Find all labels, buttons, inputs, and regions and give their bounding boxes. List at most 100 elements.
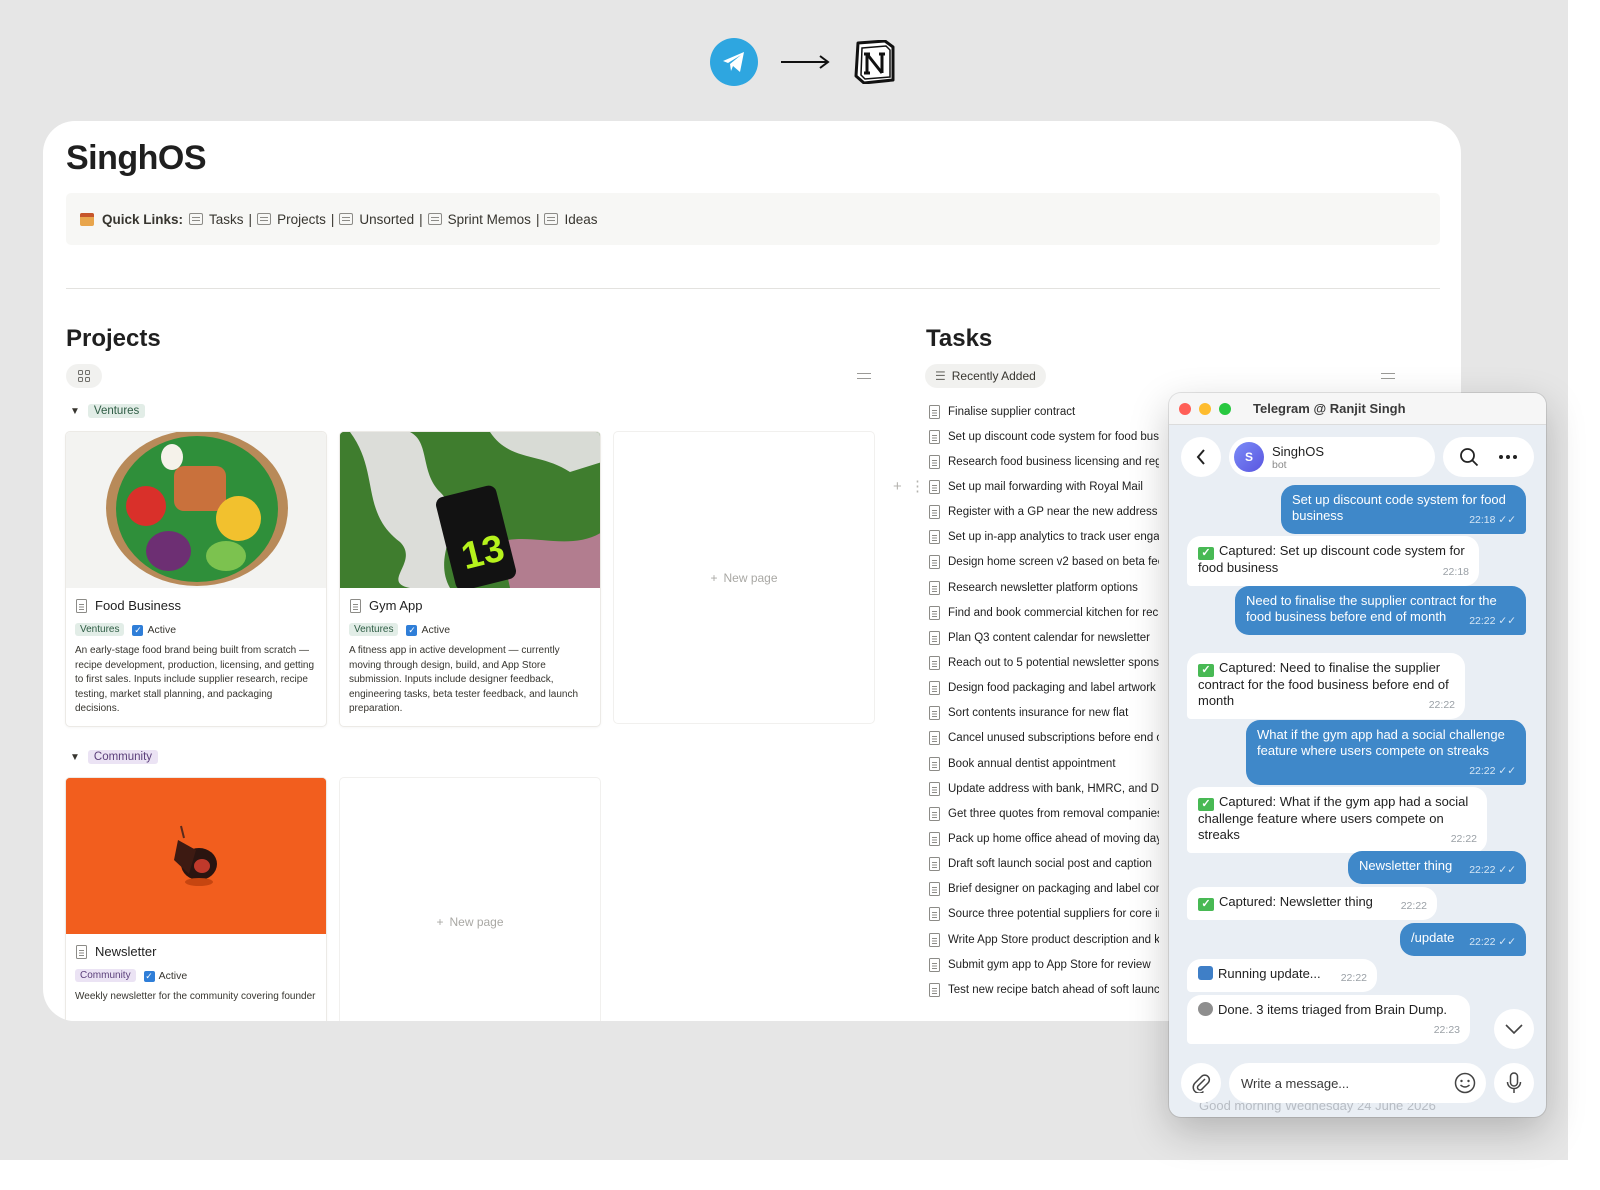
view-settings-icon[interactable] — [857, 371, 871, 381]
task-row[interactable]: Brief designer on packaging and label co… — [929, 877, 1159, 902]
quick-link-projects[interactable]: Projects — [257, 212, 326, 227]
task-row[interactable]: Submit gym app to App Store for review — [929, 952, 1159, 977]
new-page-button[interactable]: + New page — [339, 777, 601, 1021]
card-description: Weekly newsletter for the community cove… — [75, 991, 316, 1002]
card-cover-image — [66, 432, 326, 588]
back-button[interactable] — [1181, 437, 1221, 477]
task-row[interactable]: Sort contents insurance for new flat — [929, 701, 1159, 726]
page-icon — [929, 454, 940, 469]
double-check-icon: ✓✓ — [1498, 615, 1516, 627]
check-mark-icon: ✓ — [1198, 664, 1214, 677]
new-page-button[interactable]: + New page — [613, 431, 875, 724]
database-icon — [427, 213, 442, 225]
window-title: Telegram @ Ranjit Singh — [1253, 401, 1406, 416]
quick-links-callout: Quick Links: Tasks | Projects | Unsorted | … — [66, 193, 1440, 245]
task-row[interactable]: Source three potential suppliers for cor… — [929, 902, 1159, 927]
task-row[interactable]: Reach out to 5 potential newsletter spon… — [929, 650, 1159, 675]
task-row[interactable]: Research food business licensing and reg… — [929, 449, 1159, 474]
check-mark-icon: ✓ — [1198, 898, 1214, 911]
group-ventures-header[interactable]: ▼ Ventures — [70, 404, 146, 418]
message-incoming[interactable]: ✓ Captured: Set up discount code system f… — [1187, 536, 1479, 586]
task-row[interactable]: Pack up home office ahead of moving day — [929, 826, 1159, 851]
status-property: ✓ Active — [132, 623, 177, 636]
toggle-triangle-icon: ▼ — [70, 405, 80, 417]
search-icon[interactable] — [1459, 447, 1479, 467]
more-icon[interactable] — [1498, 454, 1518, 460]
quick-link-tasks[interactable]: Tasks — [189, 212, 244, 227]
view-tab-recently-added[interactable]: ☰ Recently Added — [925, 364, 1046, 388]
page-icon — [76, 598, 87, 613]
project-card-newsletter[interactable]: Newsletter Community ✓ Active Weekly news… — [65, 777, 327, 1021]
maximize-window-button[interactable] — [1219, 402, 1231, 415]
quick-link-unsorted[interactable]: Unsorted — [339, 212, 414, 227]
message-incoming[interactable]: Done. 3 items triaged from Brain Dump. 22… — [1187, 995, 1470, 1044]
task-row[interactable]: Find and book commercial kitchen for rec… — [929, 600, 1159, 625]
message-outgoing[interactable]: Set up discount code system for food bus… — [1281, 485, 1526, 534]
message-outgoing[interactable]: Need to finalise the supplier contract f… — [1235, 586, 1526, 635]
message-outgoing[interactable]: What if the gym app had a social challen… — [1246, 720, 1526, 785]
scroll-to-bottom-button[interactable] — [1494, 1009, 1534, 1049]
back-arrow-icon — [1196, 449, 1205, 465]
message-incoming[interactable]: ✓ Captured: What if the gym app had a soc… — [1187, 787, 1487, 853]
task-row[interactable]: Design home screen v2 based on beta feed… — [929, 550, 1159, 575]
list-icon: ☰ — [935, 369, 946, 383]
task-row[interactable]: Update address with bank, HMRC, and DVLA — [929, 776, 1159, 801]
toggle-triangle-icon: ▼ — [70, 751, 80, 763]
view-settings-icon[interactable] — [1381, 371, 1395, 381]
task-row[interactable]: Plan Q3 content calendar for newsletter — [929, 625, 1159, 650]
message-outgoing[interactable]: /update 22:22 ✓✓ — [1400, 923, 1526, 956]
emoji-icon[interactable] — [1454, 1072, 1476, 1094]
minimize-window-button[interactable] — [1199, 402, 1211, 415]
message-incoming[interactable]: ✓ Captured: Newsletter thing 22:22 — [1187, 887, 1437, 920]
task-row[interactable]: Get three quotes from removal companies — [929, 801, 1159, 826]
project-card-gym-app[interactable]: 13 Gym App Ventures ✓ Active A fitness ap… — [339, 431, 601, 727]
group-community-header[interactable]: ▼ Community — [70, 750, 159, 764]
avatar: S — [1234, 442, 1264, 472]
integration-hero — [710, 38, 896, 86]
quick-link-sprint-memos[interactable]: Sprint Memos — [427, 212, 531, 227]
block-handle[interactable]: + ⋮ — [893, 477, 925, 495]
task-row[interactable]: Write App Store product description and … — [929, 927, 1159, 952]
task-row[interactable]: Set up mail forwarding with Royal Mail — [929, 474, 1159, 499]
page-icon — [929, 429, 940, 444]
task-row[interactable]: Register with a GP near the new address — [929, 500, 1159, 525]
double-check-icon: ✓✓ — [1498, 514, 1516, 526]
message-incoming[interactable]: ✓ Captured: Need to finalise the supplier… — [1187, 653, 1465, 719]
page-icon — [929, 857, 940, 872]
task-row[interactable]: Book annual dentist appointment — [929, 751, 1159, 776]
task-row[interactable]: Cancel unused subscriptions before end o… — [929, 726, 1159, 751]
task-row[interactable]: Set up discount code system for food bus… — [929, 424, 1159, 449]
task-row[interactable]: Research newsletter platform options — [929, 575, 1159, 600]
tasks-heading: Tasks — [926, 325, 993, 352]
page-icon — [929, 706, 940, 721]
message-incoming[interactable]: Running update... 22:22 — [1187, 959, 1377, 992]
card-properties: Ventures ✓ Active — [75, 623, 326, 636]
chevron-down-icon — [1505, 1024, 1523, 1034]
close-window-button[interactable] — [1179, 402, 1191, 415]
task-row[interactable]: Finalise supplier contract — [929, 399, 1159, 424]
attach-icon — [1192, 1074, 1211, 1093]
voice-message-button[interactable] — [1494, 1063, 1534, 1103]
message-input-field[interactable] — [1229, 1063, 1486, 1103]
task-row[interactable]: Draft soft launch social post and captio… — [929, 852, 1159, 877]
page-icon — [929, 655, 940, 670]
page-icon — [929, 479, 940, 494]
task-row[interactable]: Test new recipe batch ahead of soft laun… — [929, 977, 1159, 1002]
card-cover-image — [66, 778, 326, 934]
quick-link-ideas[interactable]: Ideas — [544, 212, 597, 227]
page-icon — [929, 555, 940, 570]
task-row[interactable]: Set up in-app analytics to track user en… — [929, 525, 1159, 550]
message-input[interactable] — [1241, 1075, 1431, 1091]
page-icon — [929, 957, 940, 972]
double-check-icon: ✓✓ — [1498, 864, 1516, 876]
task-row[interactable]: Design food packaging and label artwork — [929, 676, 1159, 701]
project-card-food-business[interactable]: Food Business Ventures ✓ Active An early-… — [65, 431, 327, 727]
checkbox-checked-icon: ✓ — [132, 624, 144, 636]
message-outgoing[interactable]: Newsletter thing 22:22 ✓✓ — [1348, 851, 1526, 884]
refresh-icon — [1198, 966, 1213, 980]
attach-button[interactable] — [1181, 1063, 1221, 1103]
status-property: ✓ Active — [143, 969, 188, 982]
chat-info-pill[interactable]: S SinghOS bot — [1229, 437, 1435, 477]
gear-icon — [1198, 1002, 1213, 1016]
gallery-view-button[interactable] — [66, 364, 102, 388]
